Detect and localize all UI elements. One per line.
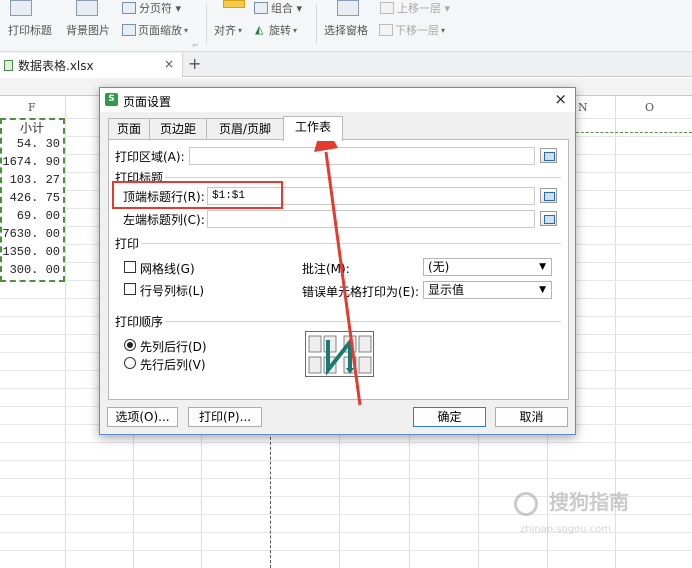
watermark-logo-icon — [514, 491, 538, 516]
annotation-arrow-icon — [314, 120, 362, 406]
watermark-url: zhinan.sogou.com — [520, 524, 612, 535]
tab-sheet[interactable]: 工作表 — [283, 116, 343, 141]
watermark: 搜狗指南 — [514, 486, 629, 516]
